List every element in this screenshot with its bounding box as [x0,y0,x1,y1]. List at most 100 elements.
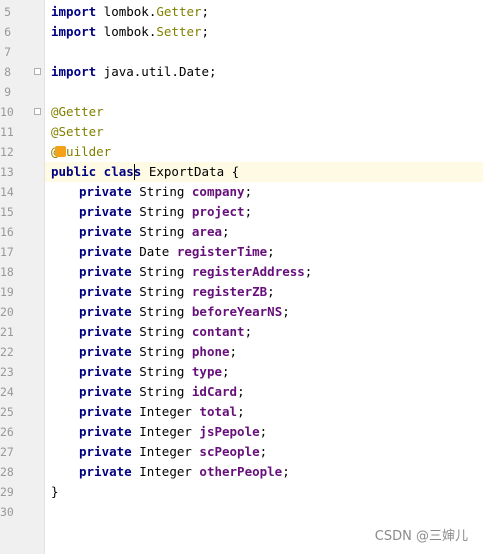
code-line[interactable]: 11 @Setter [0,122,483,142]
line-number: 9 [4,85,11,99]
code-line[interactable]: 18 private String registerAddress; [0,262,483,282]
code-token: private [79,364,132,379]
lightbulb-icon[interactable] [55,146,66,157]
code-token: Integer [131,404,200,419]
line-number: 29 [0,485,14,499]
code-token: jsPepole [199,424,260,439]
code-token: ; [259,444,268,459]
code-text: import lombok.Setter; [51,22,209,42]
code-line[interactable]: 9 [4,82,483,102]
code-token: import [51,64,97,79]
code-line[interactable]: 12 @Builder [0,142,483,162]
fold-marker-icon[interactable] [34,108,41,115]
code-token: lombok. [96,24,157,39]
code-line[interactable]: 30 [0,502,483,522]
code-line[interactable]: 13 public class ExportData { [0,162,483,182]
code-token: ; [244,184,253,199]
code-token: ; [229,344,238,359]
code-line[interactable]: 17 private Date registerTime; [0,242,483,262]
code-line[interactable]: 21 private String contant; [0,322,483,342]
code-text: private String company; [79,182,252,202]
line-number: 24 [0,385,14,399]
code-token: ; [222,224,230,239]
code-token: contant [191,324,245,339]
code-token: otherPeople [199,464,283,479]
line-number: 12 [0,145,14,159]
code-token: java.util.Date; [96,64,217,79]
code-token: Integer [131,424,200,439]
code-line[interactable]: 24 private String idCard; [0,382,483,402]
code-token: ; [267,244,275,259]
code-token: } [51,484,59,499]
code-line[interactable]: 28 private Integer otherPeople; [0,462,483,482]
code-token: import [51,24,97,39]
code-line[interactable]: 16 private String area; [0,222,483,242]
code-token: private [79,224,132,239]
fold-marker-icon[interactable] [34,68,41,75]
code-text: private String type; [79,362,230,382]
code-token: phone [191,344,230,359]
code-line[interactable]: 19 private String registerZB; [0,282,483,302]
code-text: private Integer jsPepole; [79,422,267,442]
code-token: String [131,184,192,199]
line-number: 27 [0,445,14,459]
code-token: Integer [131,464,200,479]
code-token: private [79,444,132,459]
code-editor[interactable]: 5 import lombok.Getter; 6 import lombok.Set… [0,0,483,554]
code-line[interactable]: 23 private String type; [0,362,483,382]
code-text: public class ExportData { [51,162,239,182]
code-token: ; [304,264,313,279]
line-number: 20 [0,305,14,319]
code-line[interactable]: 25 private Integer total; [0,402,483,422]
code-token: idCard [191,384,238,399]
code-line[interactable]: 29} [0,482,483,502]
line-number: 18 [0,265,14,279]
code-token: String [131,324,192,339]
code-text: private String project; [79,202,252,222]
code-token: Integer [131,444,200,459]
code-token: private [79,184,132,199]
code-text: private Integer otherPeople; [79,462,290,482]
line-number: 26 [0,425,14,439]
line-number: 21 [0,325,14,339]
code-token: registerZB [191,284,268,299]
code-text: private Integer total; [79,402,245,422]
code-token: lombok. [96,4,157,19]
code-token: ; [282,304,290,319]
code-line[interactable]: 20 private String beforeYearNS; [0,302,483,322]
code-token: registerAddress [191,264,305,279]
line-number: 25 [0,405,14,419]
code-token: ; [222,364,230,379]
code-line[interactable]: 27 private Integer scPeople; [0,442,483,462]
code-line[interactable]: 5 import lombok.Getter; [4,2,483,22]
code-line[interactable]: 7 [4,42,483,62]
code-line[interactable]: 22 private String phone; [0,342,483,362]
code-token: ; [237,384,245,399]
code-token: String [131,304,192,319]
code-token: registerTime [176,244,268,259]
line-number: 23 [0,365,14,379]
code-text: private String registerAddress; [79,262,312,282]
code-line[interactable]: 8 import java.util.Date; [4,62,483,82]
line-number: 11 [0,125,14,139]
code-text: private String phone; [79,342,237,362]
code-token: ; [244,324,253,339]
code-token: ; [244,204,253,219]
code-token: private [79,264,132,279]
code-line[interactable]: 10 @Getter [0,102,483,122]
code-text: private Integer scPeople; [79,442,267,462]
code-line[interactable]: 14 private String company; [0,182,483,202]
code-line[interactable]: 26 private Integer jsPepole; [0,422,483,442]
code-token: private [79,464,132,479]
code-token: type [191,364,223,379]
code-token: String [131,344,192,359]
code-token: ; [237,404,245,419]
code-token: ; [201,4,210,19]
code-token: scPeople [199,444,260,459]
code-line[interactable]: 6 import lombok.Setter; [4,22,483,42]
line-number: 28 [0,465,14,479]
line-number: 7 [4,45,11,59]
code-line[interactable]: 15 private String project; [0,202,483,222]
line-number: 6 [4,25,11,39]
code-token: private [79,324,132,339]
